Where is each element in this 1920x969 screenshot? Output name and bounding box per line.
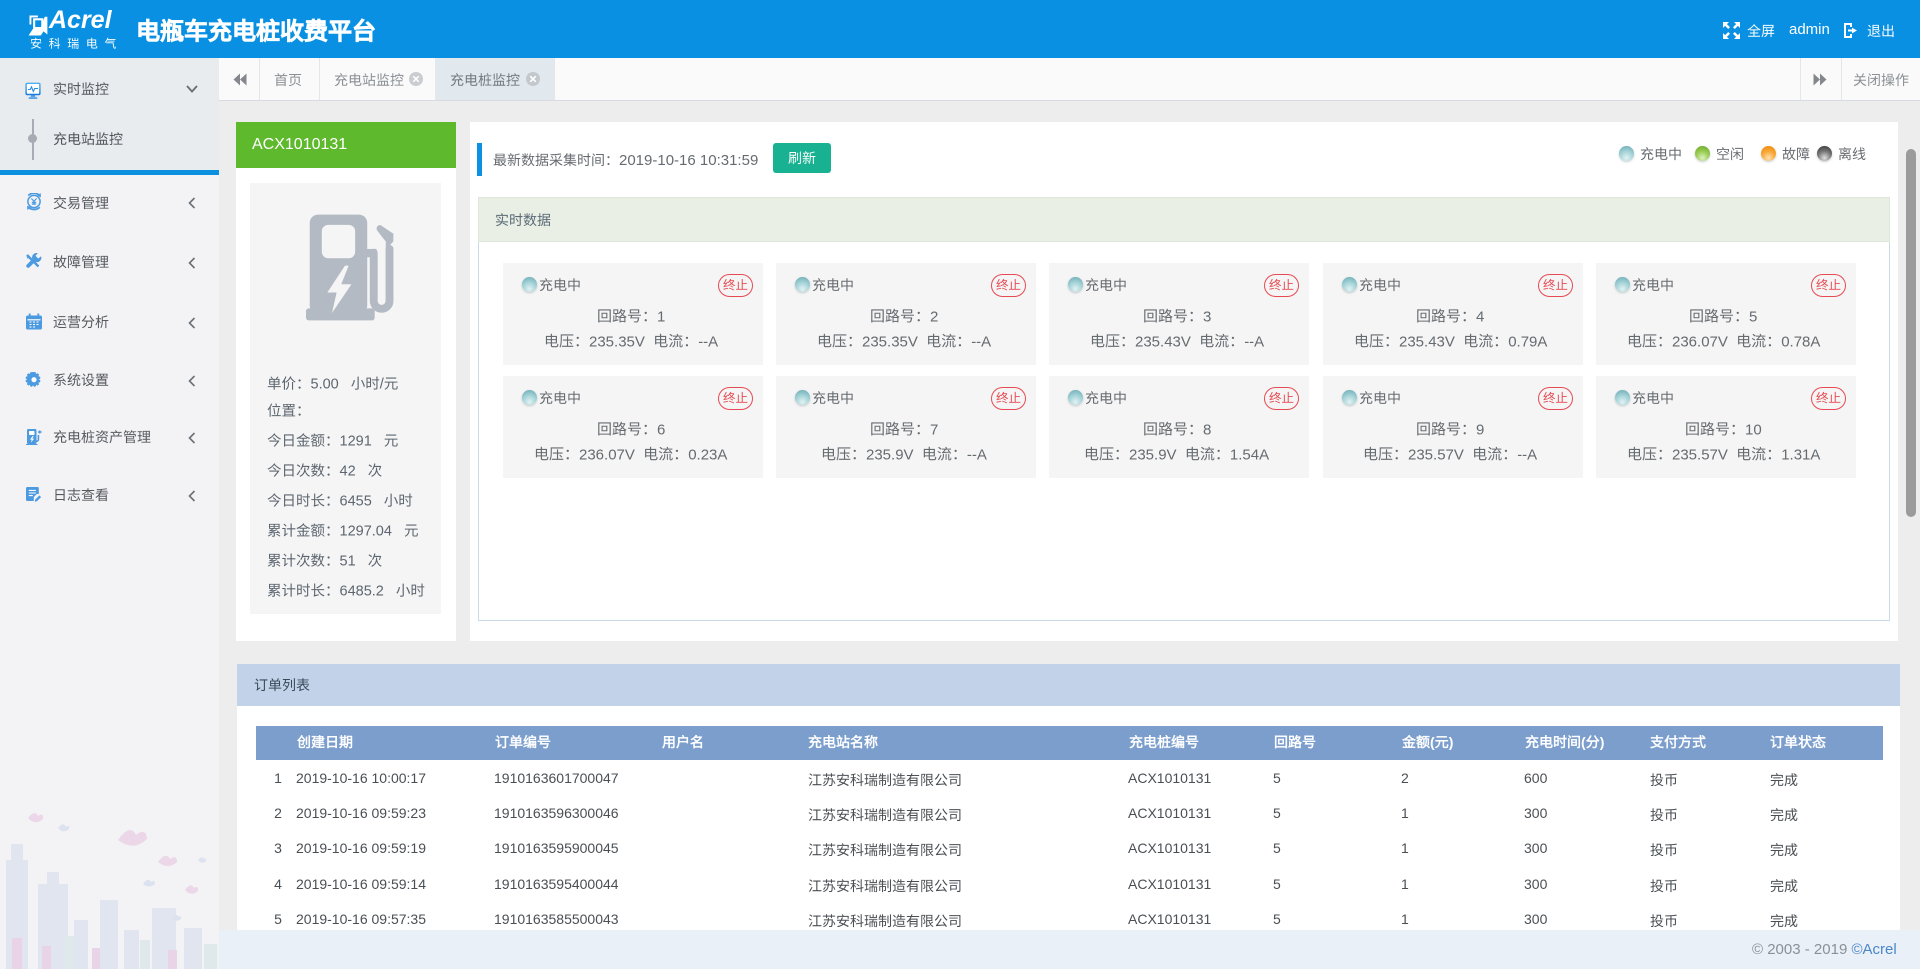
svg-text:): ) xyxy=(1600,734,1605,750)
svg-text:/: / xyxy=(380,376,385,392)
svg-text:6: 6 xyxy=(657,421,665,438)
svg-text:51: 51 xyxy=(340,553,356,569)
svg-text:236.07V: 236.07V xyxy=(579,446,635,463)
svg-text:235.57V: 235.57V xyxy=(1408,446,1464,463)
svg-text:235.43V: 235.43V xyxy=(1399,333,1455,350)
svg-text:5: 5 xyxy=(1749,308,1757,325)
svg-text:1: 1 xyxy=(657,308,665,325)
svg-text:235.43V: 235.43V xyxy=(1135,333,1191,350)
svg-text:--A: --A xyxy=(1244,333,1264,350)
svg-text:235.35V: 235.35V xyxy=(589,333,645,350)
svg-text:10: 10 xyxy=(1745,421,1762,438)
svg-text:7: 7 xyxy=(930,421,938,438)
svg-text:5.00: 5.00 xyxy=(311,376,339,392)
svg-text:--A: --A xyxy=(1517,446,1537,463)
svg-text:235.57V: 235.57V xyxy=(1672,446,1728,463)
svg-text:236.07V: 236.07V xyxy=(1672,333,1728,350)
svg-text:235.9V: 235.9V xyxy=(1129,446,1177,463)
svg-text:(: ( xyxy=(1430,734,1435,750)
svg-text:0.79A: 0.79A xyxy=(1508,333,1547,350)
svg-text:9: 9 xyxy=(1476,421,1484,438)
svg-text:1.54A: 1.54A xyxy=(1230,446,1269,463)
svg-text:1.31A: 1.31A xyxy=(1781,446,1820,463)
svg-text:4: 4 xyxy=(1476,308,1484,325)
svg-text:1291: 1291 xyxy=(340,433,372,449)
svg-text:--A: --A xyxy=(971,333,991,350)
svg-text:--A: --A xyxy=(698,333,718,350)
svg-text:235.9V: 235.9V xyxy=(866,446,914,463)
svg-text:1297.04: 1297.04 xyxy=(340,523,392,539)
svg-text:): ) xyxy=(1449,734,1454,750)
svg-text:(: ( xyxy=(1581,734,1586,750)
svg-text:0.78A: 0.78A xyxy=(1781,333,1820,350)
svg-text:235.35V: 235.35V xyxy=(862,333,918,350)
svg-text:8: 8 xyxy=(1203,421,1211,438)
svg-text:0.23A: 0.23A xyxy=(688,446,727,463)
svg-text:2: 2 xyxy=(930,308,938,325)
svg-text:3: 3 xyxy=(1203,308,1211,325)
svg-text:42: 42 xyxy=(340,463,356,479)
svg-text:--A: --A xyxy=(967,446,987,463)
svg-text:6455: 6455 xyxy=(340,493,372,509)
svg-text:6485.2: 6485.2 xyxy=(340,583,384,599)
